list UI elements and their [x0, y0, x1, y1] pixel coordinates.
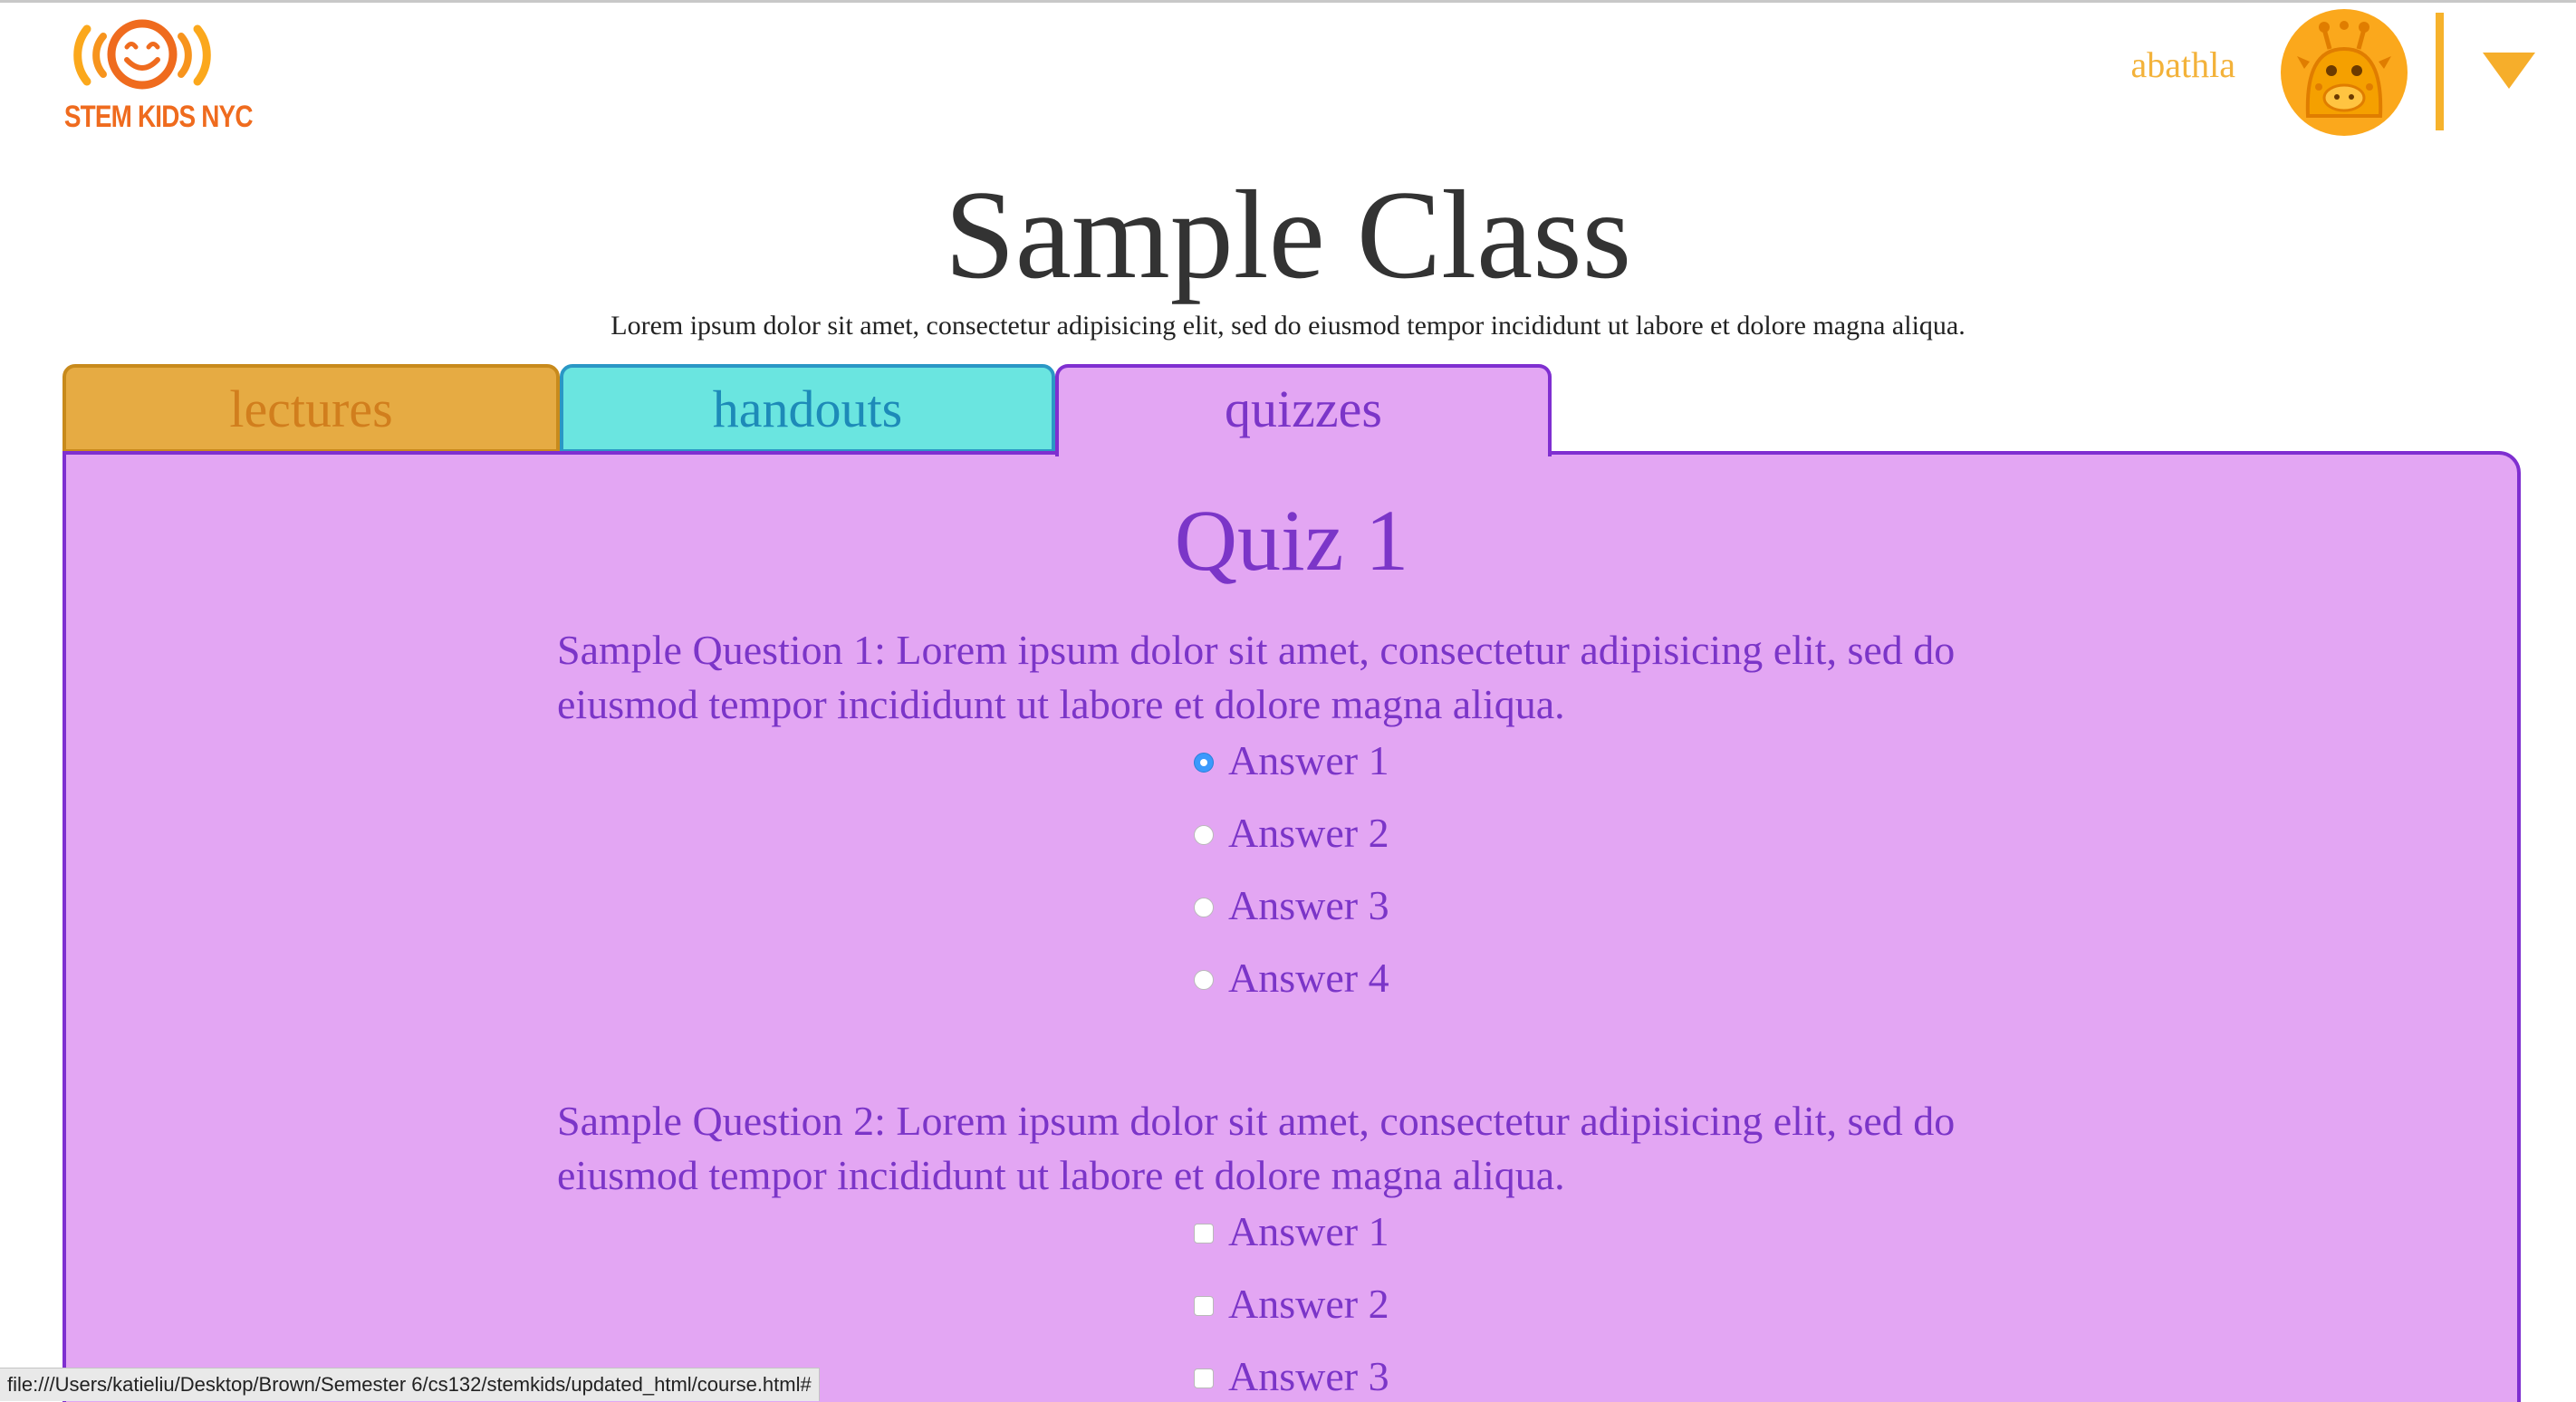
answer-label: Answer 3 — [1228, 882, 1389, 928]
course-description: Lorem ipsum dolor sit amet, consectetur … — [610, 311, 1966, 341]
tab-lectures[interactable]: lectures — [62, 364, 560, 453]
answer-label: Answer 4 — [1228, 955, 1389, 1001]
logo-text: STEM KIDS NYC — [63, 100, 254, 134]
smiley-logo-icon — [73, 19, 211, 90]
answer-label: Answer 1 — [1228, 1208, 1389, 1254]
stem-kids-logo[interactable]: STEM KIDS NYC — [47, 9, 254, 140]
user-avatar[interactable] — [2281, 9, 2408, 136]
radio-button-selected[interactable] — [1194, 753, 1214, 773]
answer-label: Answer 1 — [1228, 737, 1389, 783]
username-link[interactable]: abathla — [2131, 43, 2236, 86]
checkbox[interactable] — [1194, 1224, 1214, 1244]
window-top-border — [0, 0, 2576, 3]
radio-button[interactable] — [1194, 970, 1214, 990]
status-bar-url: file:///Users/katieliu/Desktop/Brown/Sem… — [0, 1368, 820, 1401]
tab-quizzes[interactable]: quizzes — [1055, 364, 1552, 456]
header-divider — [2436, 13, 2444, 130]
tab-handouts[interactable]: handouts — [560, 364, 1055, 453]
giraffe-avatar-icon — [2283, 11, 2406, 134]
radio-button[interactable] — [1194, 825, 1214, 845]
question-2-text: Sample Question 2: Lorem ipsum dolor sit… — [557, 1098, 1956, 1198]
question-1-text: Sample Question 1: Lorem ipsum dolor sit… — [557, 627, 1956, 727]
checkbox[interactable] — [1194, 1368, 1214, 1388]
checkbox[interactable] — [1194, 1296, 1214, 1316]
course-title: Sample Class — [944, 165, 1632, 305]
triangle-down-icon[interactable] — [2483, 53, 2535, 89]
answer-label: Answer 2 — [1228, 810, 1389, 856]
quiz-panel: Quiz 1 Sample Question 1: Lorem ipsum do… — [62, 451, 2521, 1402]
answer-label: Answer 2 — [1228, 1281, 1389, 1327]
answer-label: Answer 3 — [1228, 1353, 1389, 1399]
radio-button[interactable] — [1194, 898, 1214, 917]
quiz-title: Quiz 1 — [1174, 492, 1409, 589]
